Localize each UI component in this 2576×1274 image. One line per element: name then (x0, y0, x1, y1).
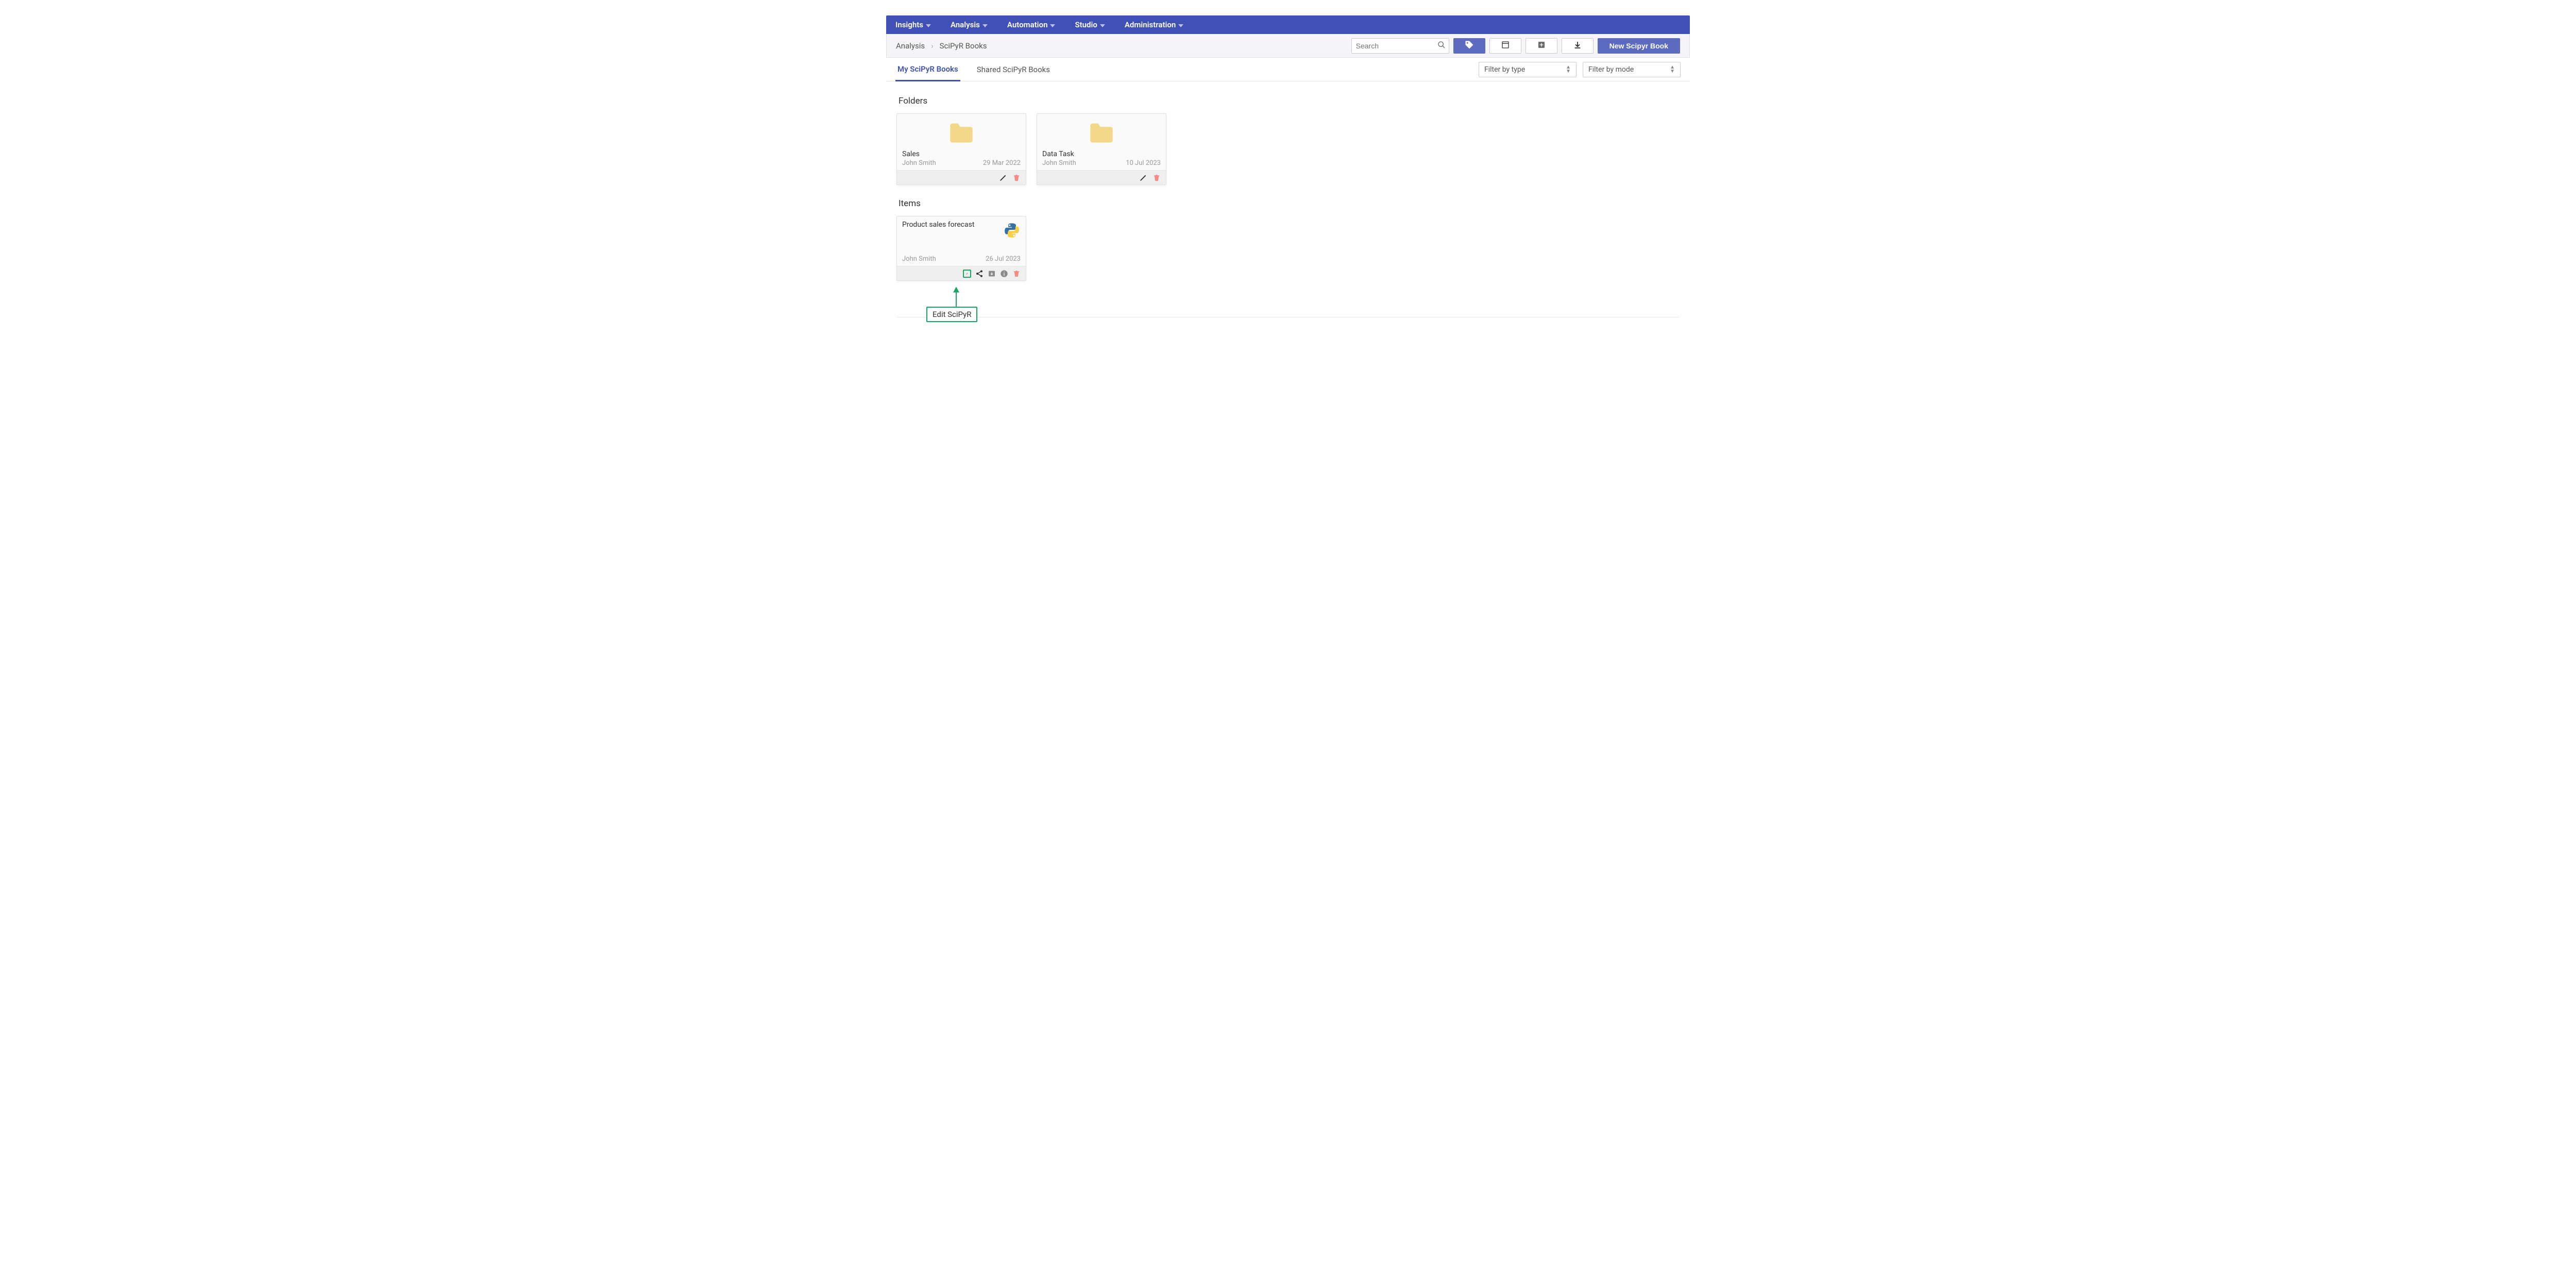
tab-my-books[interactable]: My SciPyR Books (895, 58, 960, 81)
nav-analysis[interactable]: Analysis (951, 20, 997, 29)
folder-owner: John Smith (1042, 159, 1076, 167)
annotation-arrow (953, 287, 959, 308)
caret-down-icon (982, 20, 988, 29)
nav-label: Studio (1075, 20, 1097, 29)
search-input[interactable] (1352, 42, 1437, 50)
tabs-row: My SciPyR Books Shared SciPyR Books Filt… (886, 58, 1690, 81)
sort-icon: ▲▼ (1670, 65, 1675, 74)
nav-label: Analysis (951, 20, 980, 29)
download-button[interactable] (1562, 38, 1594, 54)
filter-label: Filter by mode (1588, 65, 1634, 74)
folder-icon (1088, 138, 1115, 146)
nav-studio[interactable]: Studio (1075, 20, 1114, 29)
caret-down-icon (1050, 20, 1055, 29)
folder-name: Sales (902, 150, 1021, 158)
panel-icon (1501, 41, 1510, 51)
section-title-folders: Folders (899, 96, 1677, 106)
pencil-icon[interactable] (999, 174, 1007, 182)
pencil-icon[interactable] (1139, 174, 1147, 182)
tag-icon (1465, 40, 1474, 52)
nav-label: Administration (1125, 20, 1176, 29)
trash-icon[interactable] (1012, 270, 1021, 278)
pencil-icon[interactable] (963, 270, 971, 278)
search-icon (1437, 41, 1446, 51)
new-scipyr-book-button[interactable]: New Scipyr Book (1598, 38, 1680, 54)
breadcrumb: Analysis › SciPyR Books (896, 41, 987, 51)
caret-down-icon (1178, 20, 1183, 29)
nav-label: Automation (1007, 20, 1048, 29)
filter-by-mode[interactable]: Filter by mode ▲▼ (1583, 62, 1681, 77)
tag-button[interactable] (1453, 38, 1485, 54)
folder-date: 10 Jul 2023 (1126, 159, 1161, 167)
archive-download-icon[interactable] (988, 270, 996, 278)
caret-down-icon (1100, 20, 1105, 29)
filter-by-type[interactable]: Filter by type ▲▼ (1479, 62, 1577, 77)
caret-down-icon (926, 20, 931, 29)
folder-date: 29 Mar 2022 (983, 159, 1021, 167)
chevron-right-icon: › (931, 41, 934, 51)
main-navbar: Insights Analysis Automation Studio Admi… (886, 15, 1690, 34)
nav-label: Insights (895, 20, 923, 29)
panel-button[interactable] (1489, 38, 1521, 54)
tab-shared-books[interactable]: Shared SciPyR Books (975, 59, 1052, 80)
python-icon (1003, 222, 1021, 241)
share-icon[interactable] (975, 270, 984, 278)
add-button[interactable] (1526, 38, 1557, 54)
breadcrumb-link-analysis[interactable]: Analysis (896, 41, 925, 51)
plus-icon (1537, 41, 1546, 51)
item-owner: John Smith (902, 255, 936, 263)
folder-owner: John Smith (902, 159, 936, 167)
trash-icon[interactable] (1012, 174, 1021, 182)
section-title-items: Items (899, 198, 1677, 209)
folder-name: Data Task (1042, 150, 1161, 158)
folder-card[interactable]: Data Task John Smith 10 Jul 2023 (1037, 113, 1166, 185)
download-icon (1573, 41, 1582, 51)
sub-toolbar: Analysis › SciPyR Books (886, 34, 1690, 58)
nav-administration[interactable]: Administration (1125, 20, 1193, 29)
annotation-label: Edit SciPyR (926, 307, 977, 322)
filter-label: Filter by type (1484, 65, 1525, 74)
trash-icon[interactable] (1153, 174, 1161, 182)
search-input-wrap[interactable] (1351, 38, 1449, 54)
folder-card[interactable]: Sales John Smith 29 Mar 2022 (896, 113, 1026, 185)
item-card[interactable]: Product sales forecast John Smith 2 (896, 216, 1026, 281)
breadcrumb-current: SciPyR Books (940, 41, 987, 51)
nav-insights[interactable]: Insights (895, 20, 940, 29)
nav-automation[interactable]: Automation (1007, 20, 1065, 29)
folder-icon (948, 138, 975, 146)
info-icon[interactable] (1000, 270, 1008, 278)
item-date: 26 Jul 2023 (986, 255, 1021, 263)
sort-icon: ▲▼ (1566, 65, 1571, 74)
